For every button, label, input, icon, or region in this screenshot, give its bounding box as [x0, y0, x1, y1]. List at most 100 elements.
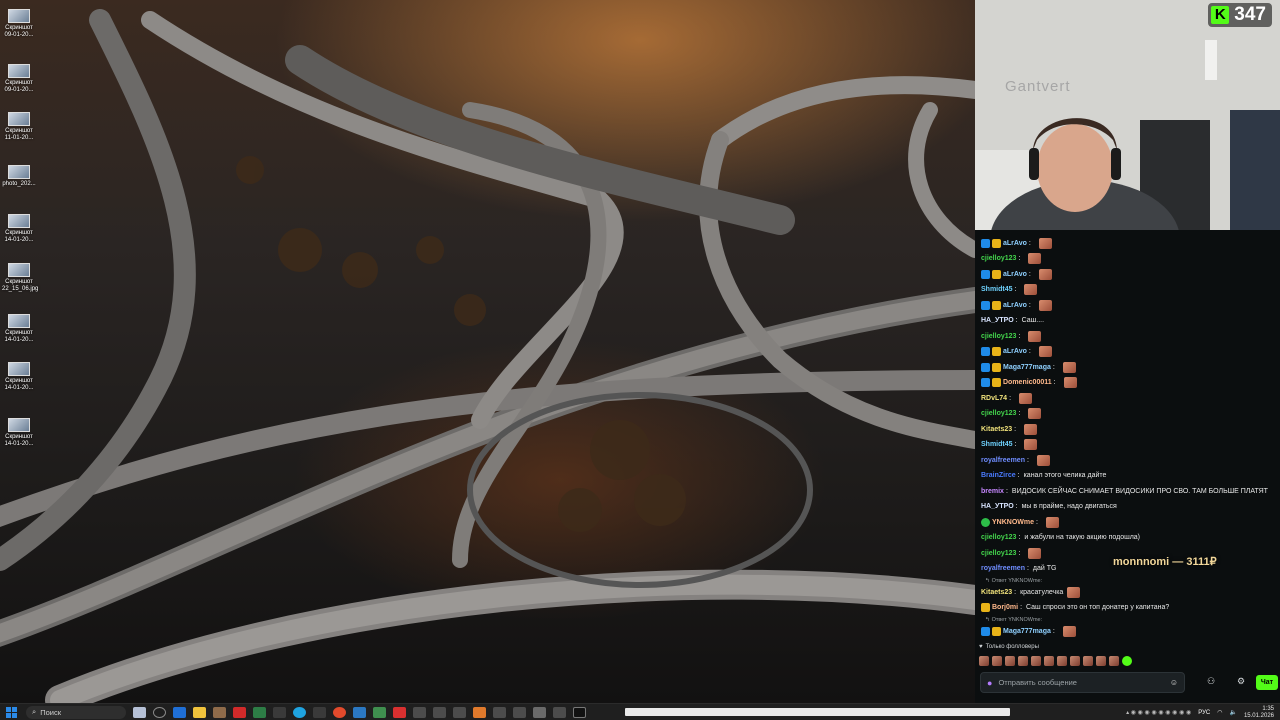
chat-username[interactable]: aLrAvo — [1003, 302, 1027, 309]
chat-message[interactable]: HA_УТРО: мы в прайме, надо двигаться — [981, 500, 1272, 514]
chat-message[interactable]: Kitaets23: — [981, 422, 1272, 436]
chat-username[interactable]: HA_УТРО — [981, 317, 1014, 324]
chat-username[interactable]: Kitaets23 — [981, 426, 1012, 433]
chat-message[interactable]: aLrAvo: — [981, 345, 1272, 359]
chat-message[interactable]: Shmidt45: — [981, 438, 1272, 452]
yandex-browser-icon[interactable] — [393, 706, 406, 718]
chat-username[interactable]: YNKNOWme — [992, 519, 1034, 526]
reply-reference[interactable]: ↰ Ответ YNKNOWme: — [985, 616, 1042, 624]
chat-username[interactable]: aLrAvo — [1003, 348, 1027, 355]
chat-message[interactable]: RDvL74: — [981, 391, 1272, 405]
emote-button[interactable] — [1044, 656, 1054, 666]
settings-gear-icon[interactable]: ⚙ — [1237, 676, 1245, 687]
chat-message[interactable]: bremix: ВИДОСИК СЕЙЧАС СНИМАЕТ ВИДОСИКИ П… — [981, 484, 1272, 498]
app-icon[interactable] — [213, 706, 226, 718]
chat-username[interactable]: Maga777maga — [1003, 628, 1051, 635]
chat-username[interactable]: aLrAvo — [1003, 271, 1027, 278]
app-icon[interactable] — [493, 706, 506, 718]
app-icon[interactable] — [413, 706, 426, 718]
desktop-icon-screenshot-4[interactable]: Скриншот 14-01-20... — [2, 214, 36, 244]
chat-username[interactable]: bremix — [981, 488, 1004, 495]
volume-icon[interactable]: 🔈 — [1229, 709, 1236, 716]
obs-app-icon[interactable] — [573, 706, 586, 718]
language-indicator[interactable]: РУС — [1198, 710, 1210, 716]
chat-message[interactable]: BrainZirce: канал этого челика дайте — [981, 469, 1272, 483]
desktop-icon-screenshot-6[interactable]: Скриншот 14-01-20... — [2, 314, 36, 344]
app-icon[interactable] — [253, 706, 266, 718]
chat-message[interactable]: aLrAvo: — [981, 236, 1272, 250]
app-icon[interactable] — [553, 706, 566, 718]
chat-username[interactable]: Shmidt45 — [981, 441, 1013, 448]
app-icon[interactable] — [353, 706, 366, 718]
desktop-icon-photo[interactable]: photo_202... — [2, 165, 36, 188]
chat-message[interactable]: Domenic00011: — [981, 376, 1272, 390]
chat-username[interactable]: BrainZirce — [981, 472, 1016, 479]
chat-username[interactable]: Kitaets23 — [981, 589, 1012, 596]
desktop-icon-screenshot-1[interactable]: Скриншот 09-01-20... — [2, 9, 36, 39]
chat-message[interactable]: Borj0mi: Саш спроси это он топ донатер у … — [981, 601, 1272, 615]
chrome-browser-icon[interactable] — [333, 706, 346, 718]
chat-username[interactable]: cjielloy123 — [981, 410, 1016, 417]
emote-button[interactable] — [1096, 656, 1106, 666]
media-progress-bar[interactable] — [625, 708, 1010, 716]
file-explorer-icon[interactable] — [193, 706, 206, 718]
chat-input-box[interactable]: ● ☺ — [980, 672, 1185, 693]
chat-username[interactable]: Shmidt45 — [981, 286, 1013, 293]
reply-reference[interactable]: ↰ Ответ YNKNOWme: — [985, 577, 1042, 585]
app-icon[interactable] — [473, 706, 486, 718]
wifi-icon[interactable]: ◠ — [1217, 709, 1222, 716]
chat-message[interactable]: Maga777maga: — [981, 624, 1272, 638]
desktop-icon-screenshot-8[interactable]: Скриншот 14-01-20... — [2, 418, 36, 448]
chat-message[interactable]: aLrAvo: — [981, 298, 1272, 312]
task-view-icon[interactable] — [153, 706, 166, 718]
chat-username[interactable]: Borj0mi — [992, 604, 1018, 611]
chat-message[interactable]: Kitaets23: красатулечка — [981, 585, 1272, 599]
app-icon[interactable] — [513, 706, 526, 718]
chat-message[interactable]: aLrAvo: — [981, 267, 1272, 281]
chat-message[interactable]: Shmidt45: — [981, 283, 1272, 297]
chat-send-button[interactable]: Чат — [1256, 675, 1278, 690]
desktop-icon-screenshot-3[interactable]: Скриншот 11-01-20... — [2, 112, 36, 142]
chat-message-input[interactable] — [998, 678, 1164, 687]
emote-button[interactable] — [979, 656, 989, 666]
emote-button[interactable] — [1005, 656, 1015, 666]
app-icon[interactable] — [533, 706, 546, 718]
chat-username[interactable]: cjielloy123 — [981, 534, 1016, 541]
chat-username[interactable]: Maga777maga — [1003, 364, 1051, 371]
emote-button[interactable] — [1083, 656, 1093, 666]
chat-username[interactable]: royalfreemen — [981, 457, 1025, 464]
emote-button[interactable] — [992, 656, 1002, 666]
chat-message[interactable]: cjielloy123: — [981, 329, 1272, 343]
chat-message[interactable]: cjielloy123: и жабули на такую акцию подо… — [981, 531, 1272, 545]
app-icon[interactable] — [453, 706, 466, 718]
windows-start-icon[interactable] — [6, 706, 20, 718]
app-icon[interactable] — [273, 706, 286, 718]
emote-button[interactable] — [1070, 656, 1080, 666]
users-icon[interactable]: ⚇ — [1207, 676, 1215, 687]
emoji-icon[interactable]: ☺ — [1170, 678, 1178, 687]
chat-message[interactable]: YNKNOWme: — [981, 515, 1272, 529]
clock[interactable]: 1:35 15.01.2026 — [1244, 706, 1274, 720]
chat-message[interactable]: royalfreemen: — [981, 453, 1272, 467]
chat-username[interactable]: cjielloy123 — [981, 255, 1016, 262]
chat-message[interactable]: HA_УТРО: Саш.... — [981, 314, 1272, 328]
chat-message[interactable]: cjielloy123: — [981, 407, 1272, 421]
app-icon[interactable] — [313, 706, 326, 718]
chat-username[interactable]: HA_УТРО — [981, 503, 1014, 510]
tray-icons[interactable]: ▴ ◉ ◉ ◉ ◉ ◉ ◉ ◉ ◉ ◉ — [1126, 709, 1191, 716]
chat-username[interactable]: cjielloy123 — [981, 550, 1016, 557]
chat-username[interactable]: royalfreemen — [981, 565, 1025, 572]
emote-button[interactable] — [1018, 656, 1028, 666]
taskbar-search[interactable]: ⌕ Поиск — [26, 705, 126, 719]
desktop-icon-screenshot-7[interactable]: Скриншот 14-01-20... — [2, 362, 36, 392]
app-icon[interactable] — [373, 706, 386, 718]
emote-button[interactable] — [1031, 656, 1041, 666]
emote-button[interactable] — [1109, 656, 1119, 666]
outlook-app-icon[interactable] — [173, 706, 186, 718]
chat-username[interactable]: cjielloy123 — [981, 333, 1016, 340]
chat-message[interactable]: Maga777maga: — [981, 360, 1272, 374]
microphone-icon[interactable]: ● — [987, 678, 992, 688]
chat-username[interactable]: aLrAvo — [1003, 240, 1027, 247]
emote-button[interactable] — [1057, 656, 1067, 666]
desktop-icon-screenshot-5[interactable]: Скриншот 22_15_06.jpg — [2, 263, 38, 293]
